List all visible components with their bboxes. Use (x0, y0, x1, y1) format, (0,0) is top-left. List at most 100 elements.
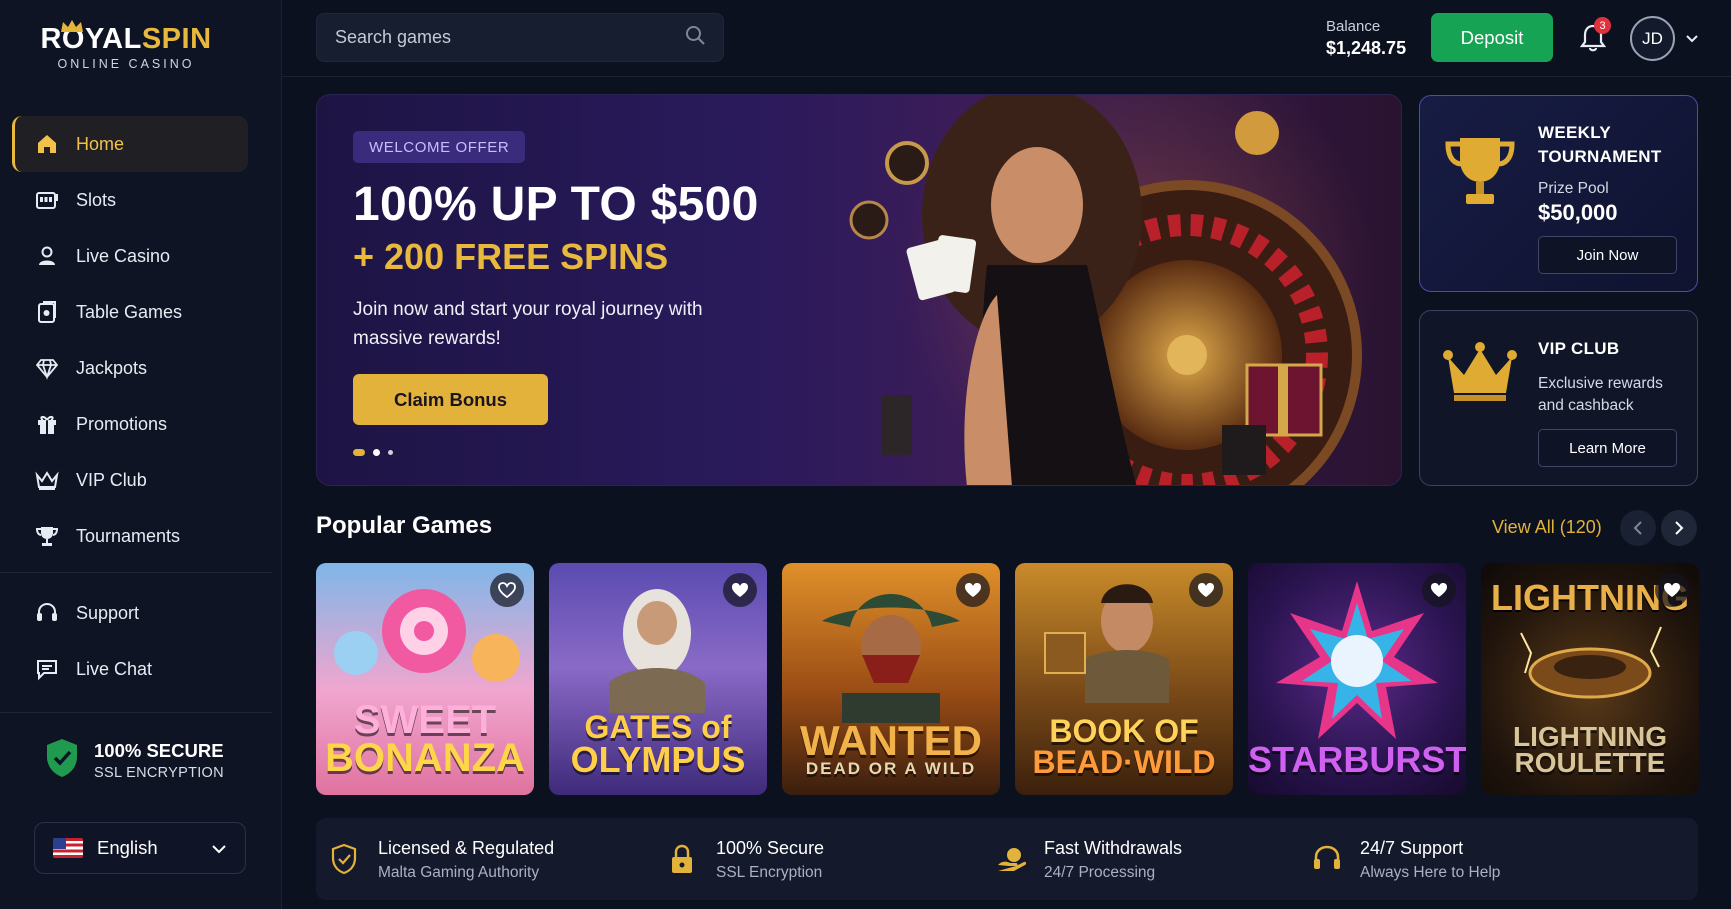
heart-icon[interactable] (490, 573, 524, 607)
trust-item-secure: 100% Secure SSL Encryption (668, 838, 824, 882)
chat-icon (34, 656, 60, 682)
sidebar-item-label: Live Chat (76, 658, 153, 679)
sidebar-item-label: Jackpots (76, 357, 148, 378)
cards-icon (34, 299, 60, 325)
game-title: GATES of OLYMPUS (570, 709, 746, 780)
sidebar-item-slots[interactable]: Slots (12, 172, 248, 228)
trust-title: 100% Secure (716, 838, 825, 858)
notification-badge: 3 (1594, 17, 1611, 34)
trust-subtitle: Always Here to Help (1360, 864, 1501, 881)
carousel-next-button[interactable] (1661, 510, 1697, 546)
heart-icon[interactable] (956, 573, 990, 607)
sidebar-item-live-casino[interactable]: Live Casino (12, 228, 248, 284)
sidebar: ROYALSPIN ONLINE CASINO Home Slots Live … (0, 0, 282, 909)
welcome-banner: WELCOME OFFER 100% UP TO $500 + 200 FREE… (316, 94, 1402, 486)
balance-display: Balance $1,248.75 (1326, 18, 1406, 59)
offer-subheadline: + 200 FREE SPINS (353, 236, 669, 277)
secure-title: 100% SECURE (94, 740, 224, 761)
language-value: English (97, 837, 158, 858)
money-hand-icon (996, 843, 1027, 873)
search-input[interactable] (335, 27, 685, 48)
crown-icon (1442, 341, 1518, 410)
sidebar-item-home[interactable]: Home (12, 116, 248, 172)
us-flag-icon (53, 838, 83, 858)
headset-icon (1312, 843, 1342, 873)
offer-badge: WELCOME OFFER (353, 131, 526, 163)
search-box[interactable] (316, 13, 724, 62)
game-card[interactable]: SWEET BONANZA (316, 563, 534, 795)
balance-label: Balance (1326, 18, 1381, 35)
language-select[interactable]: English (34, 822, 246, 874)
trust-item-withdrawals: Fast Withdrawals 24/7 Processing (996, 838, 1182, 882)
shield-check-icon (44, 737, 80, 784)
sidebar-item-label: Support (76, 602, 140, 623)
balance-value: $1,248.75 (1326, 38, 1407, 58)
divider (0, 712, 272, 713)
claim-bonus-button[interactable]: Claim Bonus (353, 374, 548, 425)
sidebar-item-vip-club[interactable]: VIP Club (12, 452, 248, 508)
games-carousel: SWEET BONANZA GATES of OLYMPUS WANTED DEAD … (316, 563, 1731, 795)
game-card[interactable]: BOOK OF BEAD·WILD (1015, 563, 1233, 795)
trust-item-licensed: Licensed & Regulated Malta Gaming Authori… (330, 838, 554, 882)
chevron-right-icon (1675, 521, 1684, 535)
avatar[interactable]: JD (1630, 16, 1675, 61)
search-icon[interactable] (685, 25, 705, 50)
view-all-link[interactable]: View All (120) (1492, 517, 1602, 538)
offer-headline: 100% UP TO $500 (353, 178, 759, 231)
trophy-icon (1442, 132, 1518, 217)
top-bar: Balance $1,248.75 Deposit 3 JD (282, 0, 1731, 77)
heart-icon[interactable] (1189, 573, 1223, 607)
trust-subtitle: 24/7 Processing (1044, 864, 1156, 881)
trust-title: Fast Withdrawals (1044, 838, 1183, 858)
carousel-dots (353, 449, 393, 456)
game-title: WANTED DEAD OR A WILD (800, 716, 982, 778)
tournament-card: WEEKLY TOURNAMENT Prize Pool $50,000 Joi… (1419, 95, 1698, 292)
tournament-title: WEEKLY TOURNAMENT (1538, 123, 1662, 166)
sidebar-item-jackpots[interactable]: Jackpots (12, 340, 248, 396)
deposit-button[interactable]: Deposit (1431, 13, 1553, 62)
vip-description: Exclusive rewards and cashback (1538, 375, 1663, 414)
game-card[interactable]: GATES of OLYMPUS (549, 563, 767, 795)
sidebar-item-promotions[interactable]: Promotions (12, 396, 248, 452)
dealer-icon (34, 243, 60, 269)
game-card[interactable]: LIGHTNING LIGHTNING ROULETTE (1481, 563, 1699, 795)
sidebar-item-support[interactable]: Support (12, 585, 248, 641)
game-card[interactable]: WANTED DEAD OR A WILD (782, 563, 1000, 795)
casino-app: ROYALSPIN ONLINE CASINO Home Slots Live … (0, 0, 1731, 909)
chevron-down-icon[interactable] (1685, 30, 1699, 48)
gift-icon (34, 411, 60, 437)
sidebar-item-label: Home (76, 133, 125, 154)
slot-machine-icon (34, 187, 60, 213)
trophy-icon (34, 523, 60, 549)
carousel-dot[interactable] (373, 449, 380, 456)
divider (0, 572, 272, 573)
game-title: STARBURST (1248, 738, 1466, 780)
heart-icon[interactable] (1655, 573, 1689, 607)
carousel-dot[interactable] (388, 450, 393, 455)
game-card[interactable]: STARBURST (1248, 563, 1466, 795)
join-now-button[interactable]: Join Now (1538, 236, 1677, 274)
sidebar-item-label: Promotions (76, 413, 168, 434)
sidebar-item-tournaments[interactable]: Tournaments (12, 508, 248, 564)
trust-subtitle: SSL Encryption (716, 864, 823, 881)
brand-tagline: ONLINE CASINO (57, 57, 195, 71)
sidebar-item-table-games[interactable]: Table Games (12, 284, 248, 340)
carousel-prev-button[interactable] (1620, 510, 1656, 546)
heart-icon[interactable] (1422, 573, 1456, 607)
headset-icon (34, 600, 60, 626)
secure-subtitle: SSL ENCRYPTION (94, 765, 224, 781)
game-title: SWEET BONANZA (325, 698, 525, 780)
learn-more-button[interactable]: Learn More (1538, 429, 1677, 467)
heart-icon[interactable] (723, 573, 757, 607)
trust-bar: Licensed & Regulated Malta Gaming Authori… (316, 818, 1698, 900)
shield-check-icon (330, 843, 360, 875)
vip-title: VIP CLUB (1538, 339, 1620, 358)
carousel-dot-active[interactable] (353, 449, 365, 456)
sidebar-item-label: VIP Club (76, 469, 147, 490)
offer-description: Join now and start your royal journey wi… (353, 299, 703, 349)
trust-title: Licensed & Regulated (378, 838, 555, 858)
main-nav: Home Slots Live Casino Table Games Jackp… (0, 116, 272, 697)
sidebar-item-live-chat[interactable]: Live Chat (12, 641, 248, 697)
logo[interactable]: ROYALSPIN ONLINE CASINO (36, 20, 216, 71)
lock-icon (668, 843, 698, 873)
